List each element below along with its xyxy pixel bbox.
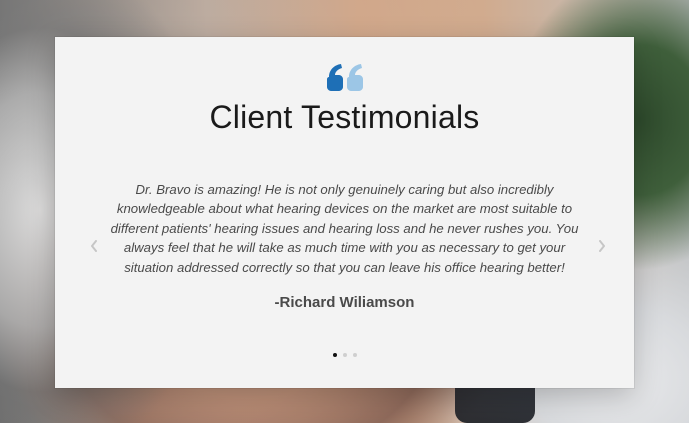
carousel-dots [55, 353, 634, 357]
chevron-left-icon [91, 240, 97, 252]
testimonial-author: -Richard Wiliamson [274, 294, 415, 311]
quote-icon [325, 63, 365, 93]
testimonial-card: Client Testimonials Dr. Bravo is amazing… [55, 37, 634, 388]
section-title: Client Testimonials [209, 99, 480, 135]
carousel-dot-3[interactable] [352, 353, 357, 357]
chevron-right-icon [599, 240, 605, 252]
next-slide-button[interactable] [597, 239, 607, 253]
carousel-dot-1[interactable] [332, 353, 337, 357]
testimonial-text: Dr. Bravo is amazing! He is not only gen… [110, 182, 579, 275]
carousel-dot-2[interactable] [342, 353, 347, 357]
previous-slide-button[interactable] [89, 239, 99, 253]
